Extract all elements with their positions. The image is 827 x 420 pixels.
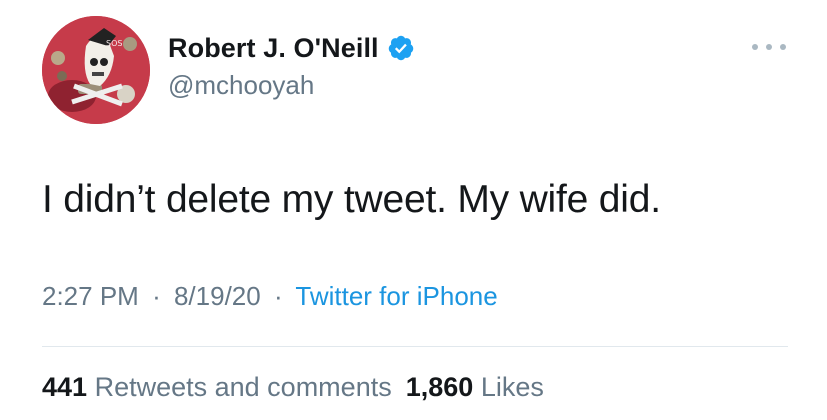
tweet-stats: 441 Retweets and comments 1,860 Likes — [42, 372, 544, 403]
tweet-meta: 2:27 PM · 8/19/20 · Twitter for iPhone — [42, 281, 498, 312]
retweets-stat[interactable]: 441 Retweets and comments — [42, 372, 392, 402]
divider — [42, 346, 788, 347]
avatar-image: SOS — [42, 16, 150, 124]
likes-count: 1,860 — [405, 372, 474, 402]
likes-stat[interactable]: 1,860 Likes — [406, 372, 544, 402]
more-dot — [780, 44, 786, 50]
verified-badge-icon — [387, 34, 415, 62]
more-dot — [766, 44, 772, 50]
avatar[interactable]: SOS — [42, 16, 150, 124]
retweets-label: Retweets and comments — [94, 372, 392, 402]
tweet-time[interactable]: 2:27 PM — [42, 281, 139, 311]
tweet-source-link[interactable]: Twitter for iPhone — [295, 281, 497, 311]
tweet-date[interactable]: 8/19/20 — [174, 281, 261, 311]
meta-separator: · — [152, 281, 161, 311]
name-row: Robert J. O'Neill — [168, 30, 415, 66]
more-dot — [752, 44, 758, 50]
display-name[interactable]: Robert J. O'Neill — [168, 33, 379, 64]
meta-separator: · — [273, 281, 283, 311]
retweets-count: 441 — [42, 372, 88, 402]
tweet-text: I didn’t delete my tweet. My wife did. — [42, 178, 661, 221]
likes-label: Likes — [480, 372, 544, 402]
svg-text:SOS: SOS — [106, 39, 122, 48]
tweet-card: SOS Robert J. O'Neill @mchooyah I didn’t… — [0, 0, 827, 420]
more-options-icon[interactable] — [752, 40, 786, 54]
user-header: Robert J. O'Neill @mchooyah — [168, 30, 415, 101]
user-handle[interactable]: @mchooyah — [168, 70, 415, 101]
